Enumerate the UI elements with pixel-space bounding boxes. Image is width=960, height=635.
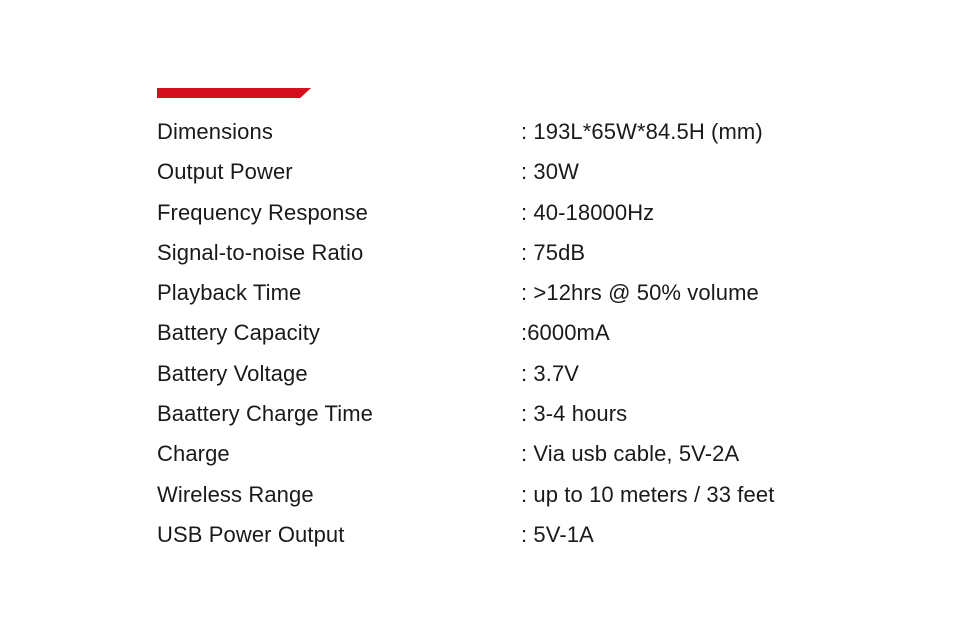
spec-row: Playback Time : >12hrs @ 50% volume xyxy=(157,273,937,313)
spec-label: Output Power xyxy=(157,159,293,185)
spec-value: : 40-18000Hz xyxy=(521,199,655,225)
spec-value: : up to 10 meters / 33 feet xyxy=(521,481,775,507)
spec-row: Baattery Charge Time : 3-4 hours xyxy=(157,394,937,434)
spec-value: :6000mA xyxy=(521,320,610,346)
spec-row: Output Power : 30W xyxy=(157,152,937,192)
spec-row: Dimensions : 193L*65W*84.5H (mm) xyxy=(157,112,937,152)
spec-value: : 75dB xyxy=(521,239,586,265)
spec-label: Battery Voltage xyxy=(157,360,308,386)
spec-value: : Via usb cable, 5V-2A xyxy=(521,441,740,467)
spec-value: : 30W xyxy=(521,159,579,185)
spec-row: Signal-to-noise Ratio : 75dB xyxy=(157,233,937,273)
spec-row: USB Power Output : 5V-1A xyxy=(157,515,937,555)
spec-value: : 193L*65W*84.5H (mm) xyxy=(521,119,763,144)
spec-label: USB Power Output xyxy=(157,521,345,547)
spec-row: Wireless Range : up to 10 meters / 33 fe… xyxy=(157,475,937,515)
spec-value: : >12hrs @ 50% volume xyxy=(521,280,759,306)
spec-value: : 3.7V xyxy=(521,360,580,386)
spec-label: Charge xyxy=(157,441,230,467)
specifications-list: Dimensions : 193L*65W*84.5H (mm) Output … xyxy=(157,112,937,555)
spec-value: : 5V-1A xyxy=(521,521,594,547)
spec-label: Frequency Response xyxy=(157,199,368,225)
specifications-panel: Dimensions : 193L*65W*84.5H (mm) Output … xyxy=(0,0,960,635)
spec-label: Playback Time xyxy=(157,280,302,306)
spec-row: Battery Capacity :6000mA xyxy=(157,313,937,353)
spec-label: Battery Capacity xyxy=(157,320,321,346)
spec-label: Dimensions xyxy=(157,119,273,144)
red-accent-bar xyxy=(157,88,311,98)
spec-label: Baattery Charge Time xyxy=(157,401,373,427)
spec-row: Battery Voltage : 3.7V xyxy=(157,354,937,394)
spec-label: Wireless Range xyxy=(157,481,314,507)
spec-label: Signal-to-noise Ratio xyxy=(157,239,364,265)
spec-row: Charge : Via usb cable, 5V-2A xyxy=(157,434,937,474)
spec-row: Frequency Response : 40-18000Hz xyxy=(157,193,937,233)
spec-value: : 3-4 hours xyxy=(521,401,628,427)
